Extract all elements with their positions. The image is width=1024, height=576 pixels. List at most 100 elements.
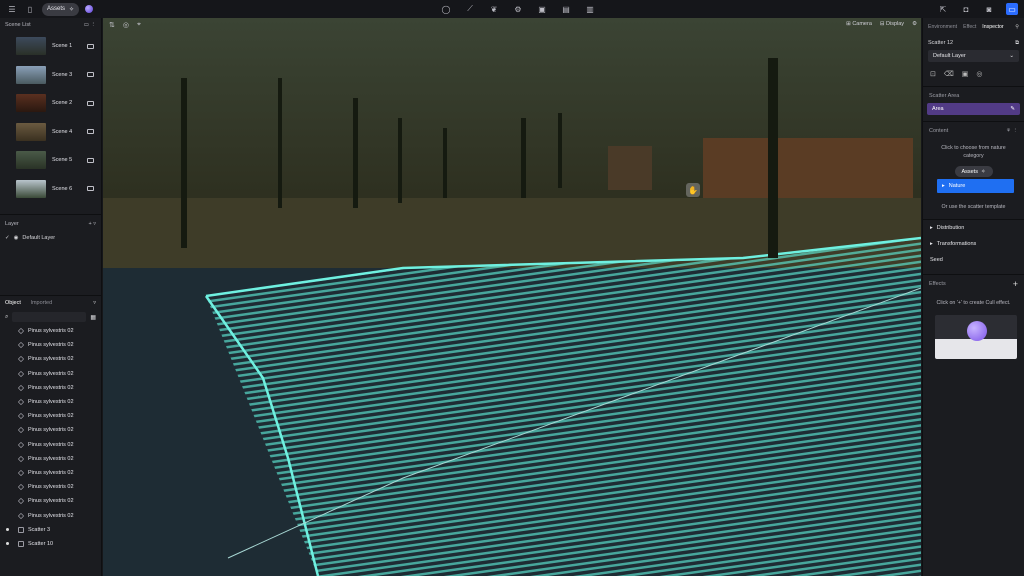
object-tabs: Object Imported ▿	[0, 296, 101, 310]
scatter-list-item[interactable]: Scatter 3	[0, 523, 101, 537]
search-input[interactable]	[12, 312, 87, 322]
camera-icon[interactable]	[87, 100, 94, 106]
cull-effect-illustration	[935, 315, 1017, 359]
distribution-section[interactable]: ▸ Distribution	[923, 220, 1024, 236]
scene-thumbnail	[16, 94, 46, 113]
add-layer-icon[interactable]: + ▿	[88, 221, 96, 227]
area-button[interactable]: Area ✎	[927, 103, 1020, 115]
share-icon[interactable]: ⇱	[937, 3, 949, 15]
balloon-icon[interactable]: ◯	[440, 3, 452, 15]
object-list-item[interactable]: Pinus sylvestris 02	[0, 367, 101, 381]
tab-effect[interactable]: Effect	[963, 24, 976, 30]
object-list-item[interactable]: Pinus sylvestris 02	[0, 494, 101, 508]
sphere-icon[interactable]	[85, 5, 94, 13]
object-list-item[interactable]: Pinus sylvestris 02	[0, 508, 101, 522]
object-list-item[interactable]: Pinus sylvestris 02	[0, 338, 101, 352]
tab-environment[interactable]: Environment	[928, 24, 957, 30]
camera-icon[interactable]	[87, 186, 94, 192]
camera-alt-icon[interactable]: ◙	[983, 3, 995, 15]
visibility-dot-icon[interactable]	[6, 542, 9, 546]
nodes-icon[interactable]: ⟋	[464, 3, 476, 15]
hand-icon[interactable]: ✋	[686, 183, 700, 197]
add-effect-button[interactable]: +	[1013, 279, 1018, 289]
tree-object-icon	[17, 455, 25, 462]
scene-item[interactable]: Scene 3	[0, 61, 101, 90]
inspector-panel: Environment Effect Inspector ⚲ Scatter 1…	[922, 18, 1024, 576]
window-icon[interactable]: ▭	[1006, 3, 1018, 15]
scene-options-icon[interactable]: ▭ ⋮	[84, 22, 96, 28]
object-list-item[interactable]: Pinus sylvestris 02	[0, 438, 101, 452]
menu-icon[interactable]: ☰	[6, 3, 18, 15]
scene-item[interactable]: Scene 2	[0, 89, 101, 118]
gizmo-icon[interactable]: ⌖	[137, 21, 141, 29]
camera-icon[interactable]	[87, 129, 94, 135]
transformations-section[interactable]: ▸ Transformations	[923, 236, 1024, 252]
object-list-item[interactable]: Pinus sylvestris 02	[0, 381, 101, 395]
object-list-item[interactable]: Pinus sylvestris 02	[0, 452, 101, 466]
scene-item[interactable]: Scene 6	[0, 175, 101, 204]
trash-icon[interactable]: ⌫	[944, 70, 954, 78]
group-icon[interactable]: ▣	[962, 70, 969, 78]
nature-button[interactable]: ▸ Nature	[937, 179, 1014, 193]
content-title: Content	[929, 128, 949, 134]
content-header[interactable]: Content ⚘ ⋮	[923, 124, 1024, 138]
layer-row-default[interactable]: ✓ ◉ Default Layer	[0, 231, 101, 245]
camera-icon[interactable]	[87, 157, 94, 163]
camera-icon[interactable]	[87, 72, 94, 78]
settings-icon[interactable]: ⚙	[912, 21, 917, 27]
scatter-area-header[interactable]: Scatter Area	[923, 89, 1024, 103]
object-label: Pinus sylvestris 02	[28, 484, 74, 491]
visibility-dot-icon[interactable]	[6, 528, 9, 532]
tab-imported[interactable]: Imported	[30, 300, 52, 306]
object-list-item[interactable]: Pinus sylvestris 02	[0, 423, 101, 437]
search-icon: ⌕	[5, 313, 9, 320]
layer-dropdown[interactable]: Default Layer ⌄	[928, 50, 1019, 62]
object-list-item[interactable]: Pinus sylvestris 02	[0, 480, 101, 494]
axis-icon[interactable]: ⇅	[109, 21, 115, 29]
divider	[923, 86, 1024, 87]
seed-section[interactable]: Seed	[923, 252, 1024, 268]
object-list-item[interactable]: Pinus sylvestris 02	[0, 409, 101, 423]
grid-icon[interactable]: ▦	[90, 314, 96, 321]
scene-item[interactable]: Scene 4	[0, 118, 101, 147]
file-icon[interactable]: ▯	[24, 3, 36, 15]
camera-label: Camera	[852, 21, 872, 27]
effects-title: Effects	[929, 281, 946, 287]
frame-icon[interactable]: ⊡	[930, 70, 936, 78]
tree-object-icon	[17, 327, 25, 335]
scatter-label: Scatter 3	[28, 526, 51, 533]
target-icon[interactable]: ◎	[976, 70, 982, 78]
viewport[interactable]: ⇅ ◎ ⌖ ⊞ Camera ⊟ Display ⚙ ✋	[103, 18, 921, 576]
tree-object-icon	[17, 356, 25, 363]
view-icon[interactable]: ◎	[123, 21, 129, 29]
filter-icon[interactable]: ▿	[93, 300, 96, 306]
camera-icon[interactable]: ◘	[960, 3, 972, 15]
pin-icon[interactable]: ⚲	[1015, 24, 1019, 30]
edit-area-icon[interactable]: ✎	[1010, 106, 1015, 112]
tree-icon[interactable]: ⚘ ⋮	[1006, 128, 1018, 134]
scene-item[interactable]: Scene 5	[0, 146, 101, 175]
scene-list-title: Scene List	[5, 22, 31, 28]
film-icon[interactable]: ▥	[584, 3, 596, 15]
object-name-row: Scatter 12 ⧉	[923, 36, 1024, 50]
cube-icon[interactable]: ▣	[536, 3, 548, 15]
object-list-item[interactable]: Pinus sylvestris 02	[0, 466, 101, 480]
gear-icon[interactable]: ⚙	[512, 3, 524, 15]
scene-item[interactable]: Scene 1	[0, 32, 101, 61]
tab-inspector[interactable]: Inspector	[982, 24, 1003, 30]
link-icon[interactable]: ⧉	[1015, 40, 1019, 47]
camera-icon[interactable]	[87, 43, 94, 49]
template-hint[interactable]: Or use the scatter template	[923, 203, 1024, 211]
object-list-item[interactable]: Pinus sylvestris 02	[0, 395, 101, 409]
assets-button[interactable]: Assets ✧	[42, 2, 80, 16]
tab-object[interactable]: Object	[5, 300, 21, 306]
visibility-icon[interactable]: ◉	[14, 235, 19, 241]
leaf-icon[interactable]: ❦	[488, 3, 500, 15]
camera-menu[interactable]: ⊞ Camera	[846, 21, 872, 27]
object-list-item[interactable]: Pinus sylvestris 02	[0, 352, 101, 366]
divider	[0, 214, 101, 215]
scatter-list-item[interactable]: Scatter 10	[0, 537, 101, 551]
panel-icon[interactable]: ▤	[560, 3, 572, 15]
display-menu[interactable]: ⊟ Display	[880, 21, 904, 27]
object-list-item[interactable]: Pinus sylvestris 02	[0, 324, 101, 338]
